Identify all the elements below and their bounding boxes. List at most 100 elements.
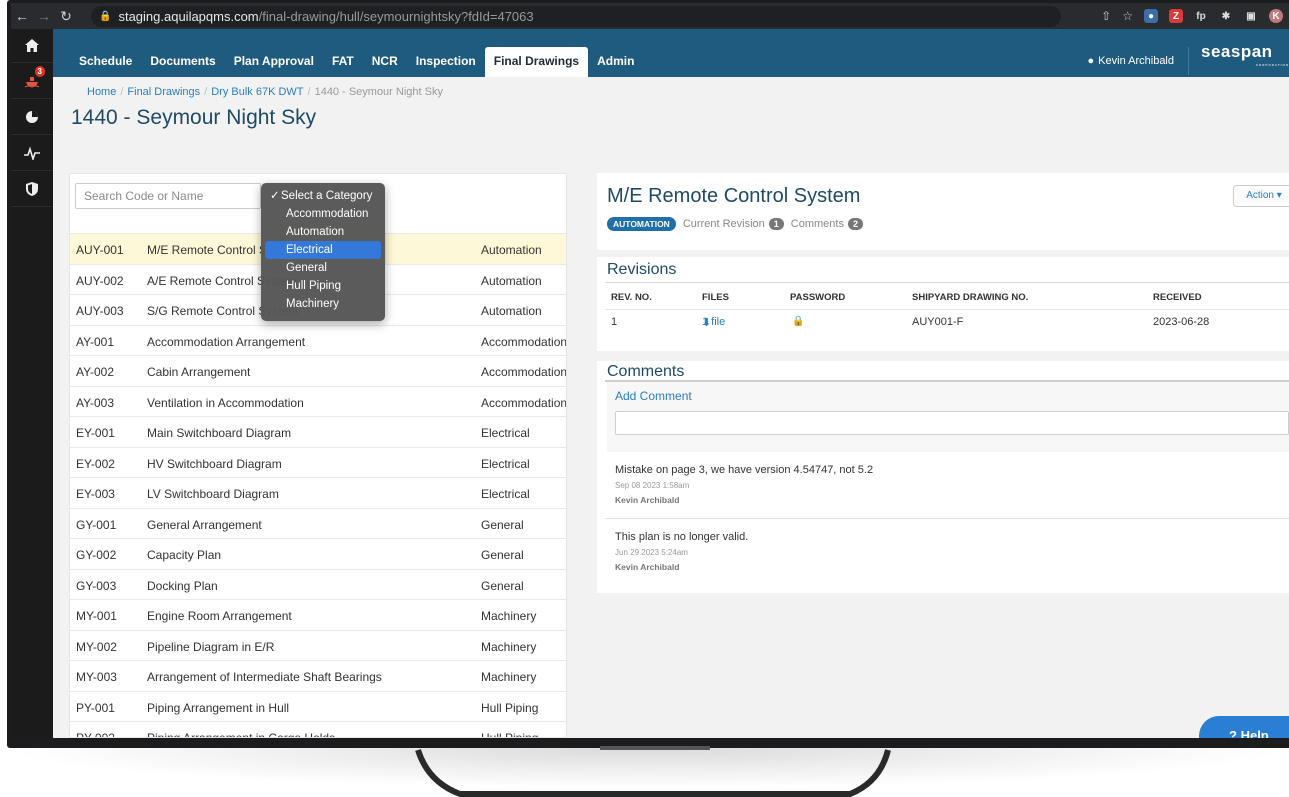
- extension-fp-icon[interactable]: fp: [1194, 9, 1208, 23]
- drawing-name: Piping Arrangement in Cargo Holds: [147, 731, 336, 738]
- table-row[interactable]: GY-001 General Arrangement General: [70, 509, 566, 539]
- comments-heading: Comments: [607, 363, 685, 380]
- drawing-name: Capacity Plan: [147, 548, 222, 562]
- rev-no: 1: [611, 316, 618, 328]
- drawing-category: Electrical: [481, 426, 530, 440]
- add-comment-link[interactable]: Add Comment: [615, 389, 692, 403]
- forward-icon[interactable]: →: [33, 8, 55, 24]
- comment-divider: [605, 518, 1289, 519]
- url-host: staging.aquilapqms.com: [118, 9, 259, 24]
- breadcrumb-project[interactable]: Dry Bulk 67K DWT: [211, 86, 303, 98]
- action-label: Action: [1246, 190, 1274, 201]
- side-panel-icon[interactable]: ▣: [1244, 9, 1258, 23]
- tab-ncr[interactable]: NCR: [363, 47, 407, 77]
- activity-pulse-icon: [24, 145, 40, 160]
- drawing-category: Automation: [481, 273, 542, 288]
- help-button[interactable]: ? Help: [1199, 716, 1289, 738]
- table-row[interactable]: MY-003 Arrangement of Intermediate Shaft …: [70, 661, 566, 692]
- current-revision-label[interactable]: Current Revision: [683, 218, 765, 230]
- monitor-screen: ← → ↻ 🔒 staging.aquilapqms.com/final-dra…: [11, 3, 1289, 738]
- drawing-name: Piping Arrangement in Hull: [147, 700, 290, 715]
- rail-home[interactable]: [11, 29, 53, 63]
- category-option-general[interactable]: General: [265, 259, 381, 277]
- extensions-puzzle-icon[interactable]: ✱: [1219, 9, 1233, 23]
- category-option-hull-piping[interactable]: Hull Piping: [265, 277, 381, 295]
- tab-final-drawings[interactable]: Final Drawings: [484, 47, 589, 77]
- category-option-automation[interactable]: Automation: [265, 223, 381, 241]
- table-row[interactable]: PY-001 Piping Arrangement in Hull Hull Pip…: [70, 692, 566, 722]
- comment-date: Jun 29 2023 5:24am: [615, 548, 688, 557]
- table-row[interactable]: PY-002 Piping Arrangement in Cargo Holds H…: [70, 722, 566, 738]
- drawing-code: PY-001: [76, 700, 115, 715]
- breadcrumb: Home / Final Drawings / Dry Bulk 67K DWT/144…: [87, 86, 443, 98]
- category-dropdown[interactable]: Select a Category Accommodation Automati…: [261, 183, 385, 321]
- bookmark-star-icon[interactable]: ☆: [1122, 9, 1133, 23]
- drawing-name: Accommodation Arrangement: [147, 334, 306, 349]
- extension-z-icon[interactable]: Z: [1169, 9, 1183, 23]
- drawing-category: General: [481, 578, 524, 593]
- comments-label[interactable]: Comments: [791, 218, 844, 230]
- table-row[interactable]: GY-003 Docking Plan General: [70, 570, 566, 600]
- logo-subtext: CORPORATION: [1255, 63, 1289, 67]
- current-revision-count: 1: [768, 218, 784, 230]
- back-icon[interactable]: ←: [11, 8, 33, 24]
- drawing-category: Machinery: [481, 639, 537, 654]
- rail-reports[interactable]: [11, 99, 53, 135]
- tab-admin[interactable]: Admin: [588, 47, 643, 77]
- breadcrumb-final-drawings[interactable]: Final Drawings: [127, 86, 200, 98]
- action-button[interactable]: Action ▾: [1233, 185, 1289, 207]
- comment-textarea[interactable]: [615, 411, 1289, 435]
- extension-eye-icon[interactable]: ●: [1144, 9, 1158, 23]
- drawing-category: General: [481, 517, 524, 532]
- col-files: FILES: [702, 292, 729, 303]
- tab-fat[interactable]: FAT: [323, 47, 363, 77]
- tab-documents[interactable]: Documents: [141, 47, 224, 77]
- drawing-name: Engine Room Arrangement: [147, 609, 292, 623]
- user-icon: ●: [1087, 55, 1095, 67]
- category-badge: AUTOMATION: [607, 217, 676, 231]
- drawing-code: AY-003: [76, 395, 115, 410]
- comment-text: Mistake on page 3, we have version 4.547…: [615, 464, 874, 476]
- table-row[interactable]: EY-003 LV Switchboard Diagram Electrical: [70, 478, 566, 509]
- table-row[interactable]: EY-001 Main Switchboard Diagram Electrical: [70, 417, 566, 448]
- profile-avatar[interactable]: K: [1269, 9, 1283, 23]
- drawing-name: Docking Plan: [147, 578, 218, 593]
- user-name: Kevin Archibald: [1098, 55, 1174, 67]
- rail-security[interactable]: [11, 171, 53, 207]
- tab-plan-approval[interactable]: Plan Approval: [225, 47, 323, 77]
- tab-schedule[interactable]: Schedule: [70, 47, 141, 77]
- page-title: 1440 - Seymour Night Sky: [71, 106, 317, 129]
- user-menu[interactable]: ● Kevin Archibald: [1088, 47, 1189, 75]
- category-option-machinery[interactable]: Machinery: [265, 295, 381, 313]
- table-row[interactable]: MY-002 Pipeline Diagram in E/R Machinery: [70, 631, 566, 661]
- address-bar[interactable]: 🔒 staging.aquilapqms.com/final-drawing/h…: [91, 6, 1061, 27]
- logo-text: seaspan: [1201, 42, 1273, 61]
- drawing-name: HV Switchboard Diagram: [147, 456, 282, 471]
- table-row[interactable]: AY-002 Cabin Arrangement Accommodation: [70, 356, 566, 387]
- section-gap: [597, 351, 1289, 361]
- comment-item: Mistake on page 3, we have version 4.547…: [615, 464, 1275, 505]
- table-row[interactable]: EY-002 HV Switchboard Diagram Electrical: [70, 448, 566, 478]
- drawing-category: Electrical: [481, 487, 530, 501]
- table-row[interactable]: MY-001 Engine Room Arrangement Machinery: [70, 600, 566, 631]
- drawing-code: MY-003: [76, 670, 117, 684]
- breadcrumb-home[interactable]: Home: [87, 86, 116, 98]
- rail-activity[interactable]: [11, 135, 53, 171]
- tab-inspection[interactable]: Inspection: [407, 47, 485, 77]
- share-icon[interactable]: ⇧: [1101, 9, 1111, 23]
- search-input[interactable]: [75, 183, 261, 209]
- comments-count: 2: [847, 218, 863, 230]
- table-row[interactable]: GY-002 Capacity Plan General: [70, 539, 566, 570]
- table-row[interactable]: AY-003 Ventilation in Accommodation Accomm…: [70, 387, 566, 417]
- password-lock-icon[interactable]: 🔒: [792, 316, 804, 327]
- category-option-select[interactable]: Select a Category: [265, 187, 381, 205]
- rail-ships[interactable]: 3: [11, 63, 53, 99]
- category-option-accommodation[interactable]: Accommodation: [265, 205, 381, 223]
- url-path: /final-drawing/hull/seymournightsky?fdId…: [258, 9, 534, 24]
- drawing-category: Accommodation: [481, 334, 567, 349]
- lock-icon: 🔒: [99, 11, 112, 22]
- help-icon: ?: [1229, 728, 1237, 738]
- reload-icon[interactable]: ↻: [55, 8, 77, 25]
- table-row[interactable]: AY-001 Accommodation Arrangement Accommoda…: [70, 326, 567, 356]
- category-option-electrical[interactable]: Electrical: [265, 241, 381, 259]
